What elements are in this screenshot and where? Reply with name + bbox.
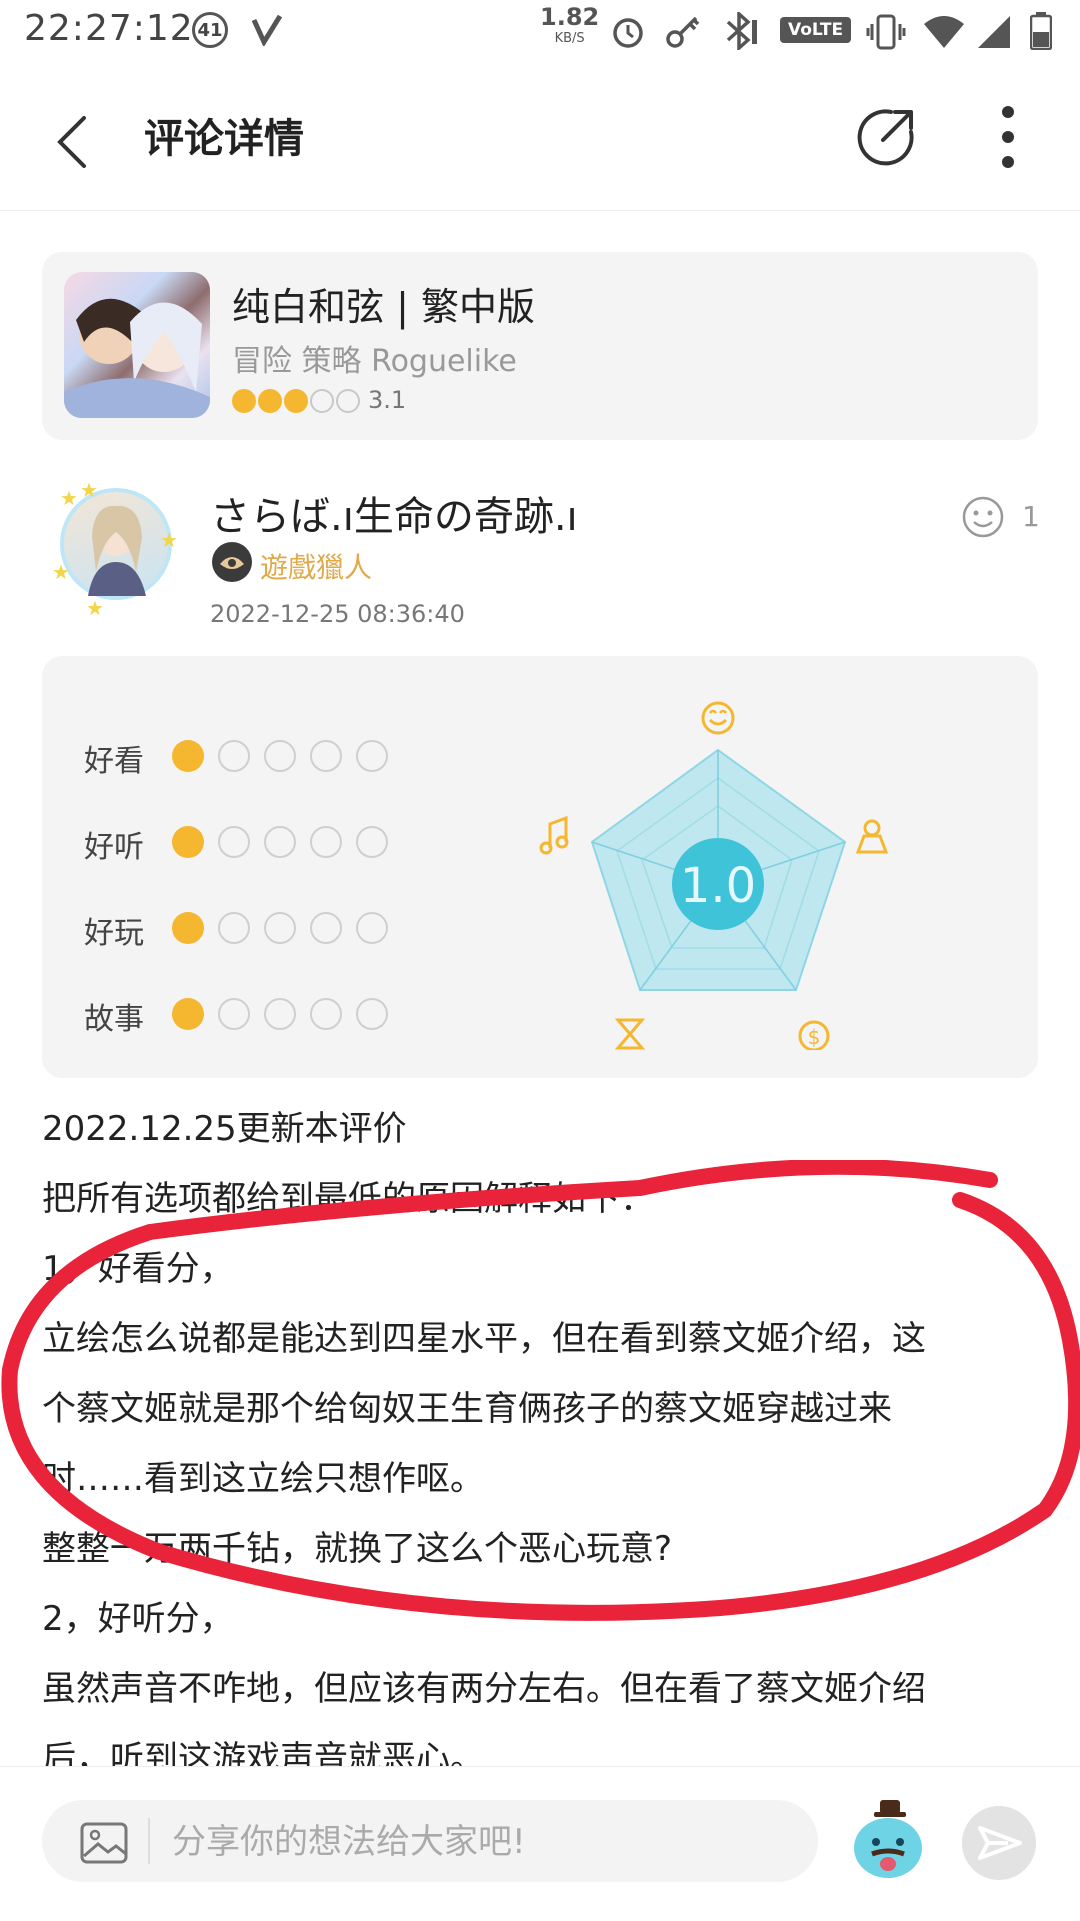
volte-icon: VoLTE bbox=[780, 17, 852, 43]
neutral-face-icon bbox=[218, 826, 250, 858]
avatar-star-icon: ★ bbox=[86, 596, 104, 620]
rating-category-label: 好看 bbox=[84, 744, 144, 779]
sad-face-icon bbox=[172, 998, 204, 1030]
avatar-star-icon: ★ bbox=[160, 528, 178, 552]
sad-face-icon bbox=[172, 912, 204, 944]
rating-category-label: 故事 bbox=[84, 1002, 144, 1037]
person-axis-icon bbox=[855, 819, 889, 854]
neutral-face-icon bbox=[264, 740, 296, 772]
review-line: 2022.12.25更新本评价 bbox=[42, 1109, 407, 1149]
overall-score: 1.0 bbox=[680, 858, 756, 914]
neutral-face-icon bbox=[218, 740, 250, 772]
hunter-badge-icon bbox=[212, 542, 252, 582]
key-icon bbox=[666, 16, 700, 48]
page-title: 评论详情 bbox=[144, 116, 304, 162]
hourglass-axis-icon bbox=[614, 1018, 646, 1050]
status-time: 22:27:12 bbox=[24, 8, 194, 49]
network-rate-value: 1.82 bbox=[540, 3, 600, 31]
sad-face-icon bbox=[172, 826, 204, 858]
network-rate-unit: KB/S bbox=[554, 31, 585, 46]
network-rate: 1.82 KB/S bbox=[540, 3, 600, 50]
more-options-icon[interactable] bbox=[1000, 104, 1016, 170]
wifi-icon bbox=[924, 16, 964, 48]
neutral-face-icon bbox=[264, 998, 296, 1030]
music-axis-icon bbox=[539, 815, 569, 855]
game-score: 3.1 bbox=[368, 386, 407, 414]
notification-count-icon: 41 bbox=[192, 12, 228, 48]
back-arrow-icon[interactable] bbox=[50, 112, 94, 172]
rating-category-label: 好玩 bbox=[84, 916, 144, 951]
send-button[interactable] bbox=[962, 1806, 1036, 1880]
game-rating-faces bbox=[232, 388, 360, 414]
review-line: 虽然声音不咋地，但应该有两分左右。但在看了蔡文姬介绍 bbox=[42, 1669, 926, 1709]
radar-chart: 1.0 $ bbox=[539, 701, 889, 1050]
neutral-face-icon bbox=[356, 740, 388, 772]
neutral-face-icon bbox=[310, 998, 342, 1030]
rating-face-icon bbox=[310, 389, 334, 413]
review-body: 2022.12.25更新本评价把所有选项都给到最低的原因解释如下： 1，好看分， 立… bbox=[42, 1094, 1022, 1794]
review-line: 立绘怎么说都是能达到四星水平，但在看到蔡文姬介绍，这 bbox=[42, 1319, 926, 1359]
rating-face-icon bbox=[258, 389, 282, 413]
share-icon[interactable] bbox=[855, 106, 917, 168]
signal-icon bbox=[978, 16, 1010, 48]
neutral-face-icon bbox=[218, 998, 250, 1030]
avatar-art bbox=[88, 505, 146, 596]
neutral-face-icon bbox=[310, 912, 342, 944]
smile-like-icon[interactable] bbox=[962, 496, 1004, 538]
bluetooth-icon bbox=[726, 12, 757, 50]
smile-axis-icon bbox=[701, 701, 735, 735]
vibrate-icon bbox=[866, 14, 906, 50]
reviewer-name[interactable]: さらば.ı生命の奇跡.ı bbox=[210, 484, 578, 542]
avatar-star-icon: ★ bbox=[80, 478, 98, 502]
reviewer-badge-label: 遊戲獵人 bbox=[260, 551, 373, 584]
review-line: 个蔡文姬就是那个给匈奴王生育俩孩子的蔡文姬穿越过来 bbox=[42, 1389, 892, 1429]
game-title[interactable]: 纯白和弦 | 繁中版 bbox=[232, 276, 535, 331]
neutral-face-icon bbox=[310, 826, 342, 858]
alarm-icon bbox=[613, 18, 643, 48]
review-date: 2022-12-25 08:36:40 bbox=[210, 600, 465, 628]
comment-divider bbox=[148, 1818, 150, 1864]
game-tags: 冒险 策略 Roguelike bbox=[232, 344, 517, 379]
review-line: 整整一万两千钻，就换了这么个恶心玩意? bbox=[42, 1529, 673, 1569]
checkmark-app-icon bbox=[252, 14, 282, 46]
like-count[interactable]: 1 bbox=[1022, 500, 1040, 533]
neutral-face-icon bbox=[356, 998, 388, 1030]
rating-face-icon bbox=[284, 389, 308, 413]
rating-face-icon bbox=[336, 389, 360, 413]
coin-axis-icon: $ bbox=[798, 1020, 830, 1050]
neutral-face-icon bbox=[264, 912, 296, 944]
neutral-face-icon bbox=[264, 826, 296, 858]
neutral-face-icon bbox=[356, 826, 388, 858]
review-line: 2，好听分， bbox=[42, 1599, 234, 1639]
svg-text:$: $ bbox=[808, 1025, 821, 1049]
avatar-star-icon: ★ bbox=[60, 486, 78, 510]
sad-face-icon bbox=[172, 740, 204, 772]
avatar-star-icon: ★ bbox=[52, 560, 70, 584]
neutral-face-icon bbox=[356, 912, 388, 944]
review-line: 时……看到这立绘只想作呕。 bbox=[42, 1459, 484, 1499]
neutral-face-icon bbox=[310, 740, 342, 772]
rating-category-label: 好听 bbox=[84, 830, 144, 865]
game-cover-art bbox=[64, 298, 210, 418]
rating-face-icon bbox=[232, 389, 256, 413]
mascot-emoji-icon[interactable] bbox=[850, 1798, 926, 1880]
image-icon[interactable] bbox=[80, 1822, 128, 1864]
review-line: 把所有选项都给到最低的原因解释如下： bbox=[42, 1179, 654, 1219]
battery-icon bbox=[1030, 12, 1052, 50]
review-line: 1，好看分， bbox=[42, 1249, 234, 1289]
game-cover-image[interactable] bbox=[64, 272, 210, 418]
neutral-face-icon bbox=[218, 912, 250, 944]
comment-input[interactable] bbox=[170, 1802, 794, 1882]
